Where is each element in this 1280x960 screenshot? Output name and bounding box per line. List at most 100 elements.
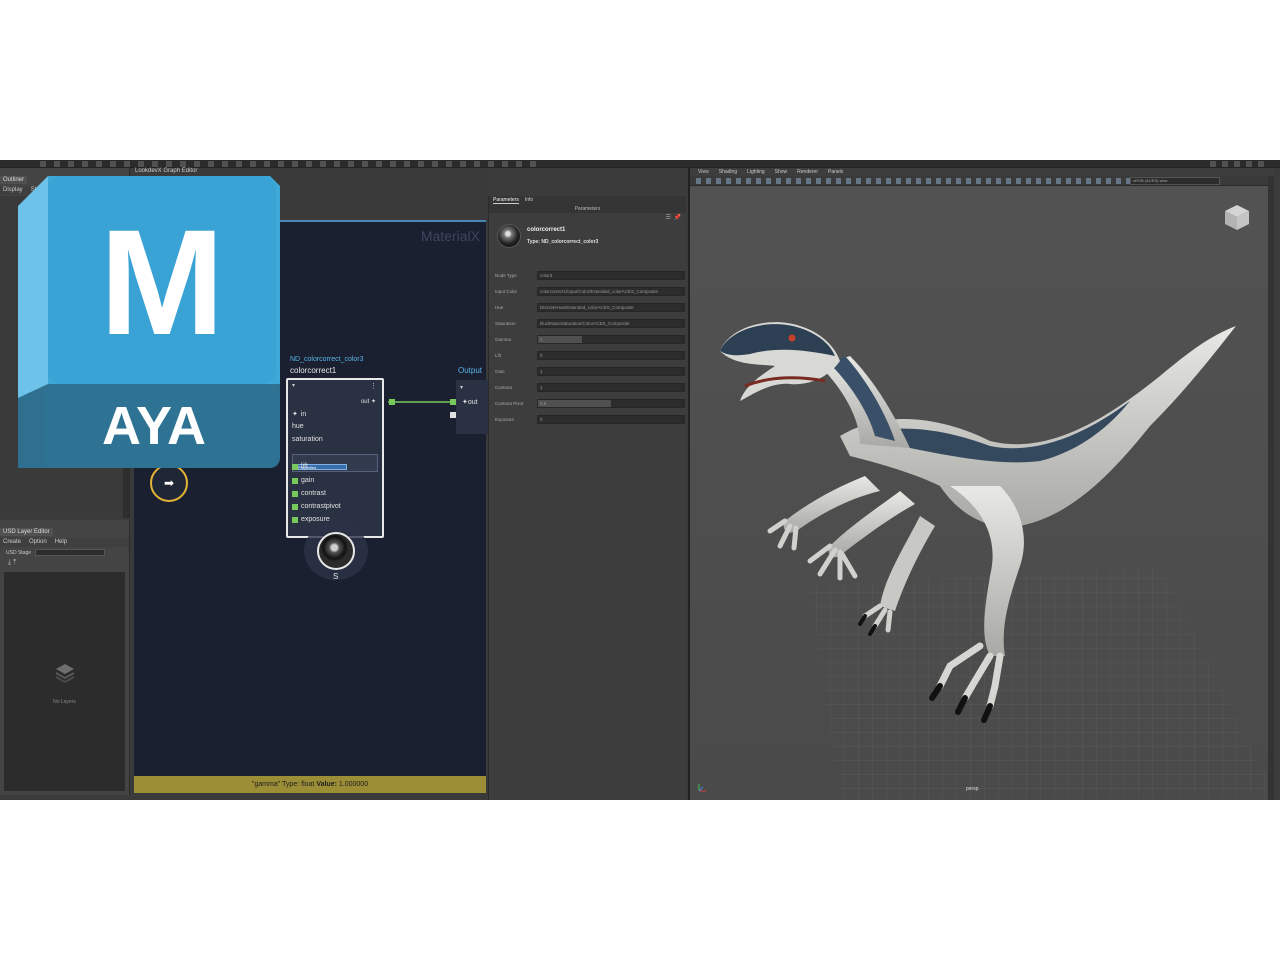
- param-row: Contrast Pivot 0.5: [495, 398, 685, 409]
- axis-gizmo-icon: [698, 784, 706, 792]
- viewport-toolbar: sRGB (ACES) view: [690, 176, 1274, 186]
- vp-menu-panels[interactable]: Panels: [828, 169, 843, 175]
- param-field[interactable]: 1: [537, 335, 685, 344]
- param-field[interactable]: 1: [537, 367, 685, 376]
- vp-menu-lighting[interactable]: Lighting: [747, 169, 765, 175]
- camera-label: persp: [966, 786, 979, 792]
- vp-menu-view[interactable]: View: [698, 169, 709, 175]
- logo-letter: M: [100, 198, 225, 366]
- view-cube-icon[interactable]: [1222, 202, 1252, 232]
- output-port-label: out: [467, 399, 478, 406]
- tab-info[interactable]: Info: [525, 197, 533, 204]
- app-menubar: [0, 160, 1280, 168]
- param-field[interactable]: 0.5: [537, 399, 685, 408]
- tab-parameters[interactable]: Parameters: [493, 197, 519, 204]
- layers-icon: [55, 663, 74, 683]
- pin-icon[interactable]: 📌: [674, 214, 681, 221]
- status-value: 1.000000: [338, 781, 369, 788]
- viewport-tool-icons[interactable]: [696, 178, 1156, 184]
- viewport-scene: [720, 322, 1274, 800]
- param-label: Lift: [495, 353, 502, 358]
- param-label: Input Color: [495, 289, 518, 294]
- output-node-title[interactable]: Output: [458, 366, 482, 375]
- swatch-label: S: [333, 572, 339, 581]
- layer-list-empty: No Layers: [4, 572, 125, 791]
- port-exposure-square: [292, 516, 298, 523]
- node-out-port[interactable]: out ✦: [361, 398, 376, 405]
- param-field[interactable]: 1: [537, 383, 685, 392]
- port-lift[interactable]: lift: [292, 463, 308, 470]
- param-field[interactable]: DIscreteHue/Extended_colorACES_Composite: [537, 303, 685, 312]
- material-swatch[interactable]: [317, 532, 355, 570]
- port-gain[interactable]: gain: [292, 477, 314, 484]
- layer-menu-create[interactable]: Create: [3, 539, 21, 546]
- layer-menu-help[interactable]: Help: [55, 539, 67, 546]
- param-value: 0.5: [540, 401, 547, 406]
- port-saturation-label: saturation: [292, 436, 323, 443]
- param-label: Node Type: [495, 273, 517, 278]
- hamburger-icon[interactable]: ☰: [666, 214, 671, 221]
- param-label: Saturation: [495, 321, 516, 326]
- port-contrast-square: [292, 490, 298, 497]
- status-attr-name: "gamma": [251, 781, 281, 788]
- port-contrastpivot[interactable]: contrastpivot: [292, 503, 341, 510]
- usd-stage-combo[interactable]: [35, 549, 106, 556]
- layer-editor-tab[interactable]: USD Layer Editor: [0, 528, 53, 536]
- vp-menu-show[interactable]: Show: [775, 169, 788, 175]
- param-value: 1: [540, 369, 543, 374]
- viewport-canvas[interactable]: persp: [690, 186, 1274, 800]
- menubar-icons[interactable]: [40, 161, 540, 167]
- param-row: Saturation IlluckNaseSaturation/ColorACES…: [495, 318, 685, 329]
- param-field[interactable]: color3: [537, 271, 685, 280]
- param-value: color3: [540, 273, 553, 278]
- param-row: Gain 1: [495, 366, 685, 377]
- window-controls[interactable]: [1210, 161, 1270, 167]
- load-layer-icon[interactable]: ⤒: [13, 559, 16, 566]
- port-saturation[interactable]: saturation: [292, 436, 323, 443]
- param-label: Gain: [495, 369, 505, 374]
- param-row: Hue DIscreteHue/Extended_colorACES_Compos…: [495, 302, 685, 313]
- raptor-eye: [788, 334, 796, 342]
- port-exposure-label: exposure: [301, 516, 330, 523]
- parameters-node-name: colorcorrect1: [527, 227, 566, 233]
- port-hue[interactable]: hue: [292, 423, 304, 430]
- colorcorrect-node[interactable]: ▾ ⋮ out ✦ ✦ in hue saturation Properties …: [286, 378, 384, 538]
- param-value: DIscreteHue/Extended_colorACES_Composite: [540, 305, 634, 310]
- port-lift-square: [292, 463, 298, 470]
- port-contrastpivot-label: contrastpivot: [301, 503, 341, 510]
- port-lift-label: lift: [301, 463, 308, 470]
- output-collapse-icon[interactable]: ▾: [460, 384, 463, 391]
- status-bar: "gamma" Type: float Value: 1.000000: [134, 776, 486, 793]
- port-contrast[interactable]: contrast: [292, 490, 326, 497]
- param-value: 1: [540, 337, 543, 342]
- port-in[interactable]: ✦ in: [292, 410, 306, 419]
- status-type-value: float: [301, 781, 315, 788]
- save-layer-icon[interactable]: ⤓: [8, 559, 11, 566]
- param-field[interactable]: IlluckNaseSaturation/ColorACES_Composite: [537, 319, 685, 328]
- param-field[interactable]: 0: [537, 351, 685, 360]
- output-node[interactable]: ▾ ✦out: [456, 380, 488, 434]
- usd-layer-editor: USD Layer Editor Create Option Help USD …: [0, 520, 130, 795]
- param-field[interactable]: 0: [537, 415, 685, 424]
- status-type-label: Type:: [282, 781, 300, 788]
- viewport-side-strip[interactable]: [1268, 176, 1274, 800]
- collapse-icon[interactable]: ▾: [292, 382, 295, 389]
- viewport-panel: View Shading Lighting Show Renderer Pane…: [688, 168, 1274, 800]
- layer-editor-menu: Create Option Help: [0, 538, 129, 547]
- param-label: Contrast: [495, 385, 513, 390]
- color-space-combo[interactable]: sRGB (ACES) view: [1130, 177, 1220, 185]
- output-port[interactable]: ✦out: [462, 398, 478, 406]
- parameters-tabs: Parameters Info: [489, 196, 686, 205]
- vp-menu-renderer[interactable]: Renderer: [797, 169, 818, 175]
- arrow-right-icon[interactable]: ➡: [150, 464, 188, 502]
- port-exposure[interactable]: exposure: [292, 516, 330, 523]
- parameters-node-type: Type: ND_colorcorrect_color3: [527, 239, 599, 245]
- vp-menu-shading[interactable]: Shading: [719, 169, 737, 175]
- param-field[interactable]: colorcorrect1/Input/Color/Extended_color…: [537, 287, 685, 296]
- layer-tools: ⤓ ⤒: [0, 558, 129, 568]
- param-label: Contrast Pivot: [495, 401, 524, 406]
- param-row: Exposure 0: [495, 414, 685, 425]
- layer-menu-option[interactable]: Option: [29, 539, 47, 546]
- graph-editor-title[interactable]: LookdevX Graph Editor: [135, 168, 197, 174]
- node-menu-icon[interactable]: ⋮: [370, 382, 377, 390]
